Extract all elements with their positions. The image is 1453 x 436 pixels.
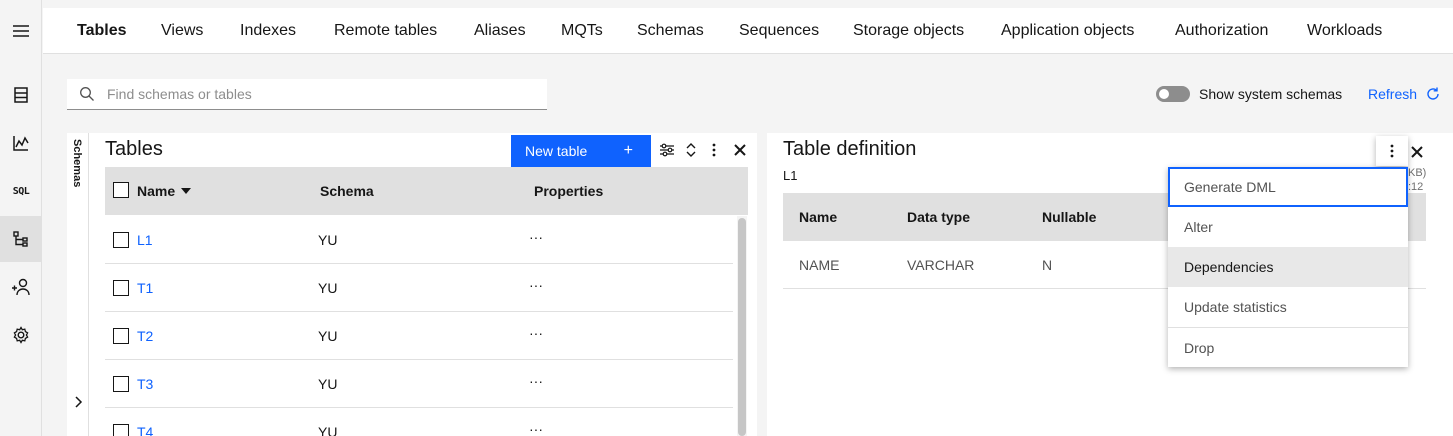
tab-mqts[interactable]: MQTs [561,8,603,54]
table-name-link[interactable]: T3 [137,360,153,408]
def-column-datatype: VARCHAR [907,257,975,273]
overflow-menu-icon [1390,144,1394,158]
properties-ellipsis[interactable]: ··· [529,261,543,309]
row-checkbox[interactable] [113,232,129,248]
search-icon [80,87,94,101]
sort-down-icon [181,188,192,194]
chevron-right-icon [75,396,83,408]
menu-item-dependencies[interactable]: Dependencies [1168,247,1408,287]
add-icon: + [623,142,633,159]
tables-scrollbar[interactable] [737,216,747,436]
table-row: T1 YU ··· [105,264,733,312]
select-all-checkbox[interactable] [113,182,129,198]
properties-ellipsis[interactable]: ··· [529,213,543,261]
def-column-nullable: N [1042,257,1053,273]
def-column-header-datatype: Data type [907,209,971,225]
column-header-schema: Schema [320,183,374,199]
row-checkbox[interactable] [113,328,129,344]
tab-authorization[interactable]: Authorization [1175,8,1268,54]
tab-workloads[interactable]: Workloads [1307,8,1382,54]
new-table-label: New table [525,143,588,159]
tab-application-objects[interactable]: Application objects [1001,8,1134,54]
table-row: T4 YU ··· [105,408,733,436]
menu-item-generate-dml[interactable]: Generate DML [1168,167,1408,207]
close-icon [1411,146,1423,158]
table-schema: YU [318,232,338,248]
tables-header-row: Name Schema Properties [105,167,748,215]
table-row: L1 YU ··· [105,216,733,264]
row-checkbox[interactable] [113,376,129,392]
show-system-schemas-toggle[interactable] [1156,86,1190,102]
properties-ellipsis[interactable]: ··· [529,408,543,436]
refresh-label: Refresh [1368,86,1418,102]
table-schema: YU [318,328,338,344]
def-column-header-nullable: Nullable [1042,209,1097,225]
def-column-name: NAME [799,257,840,273]
table-row: T3 YU ··· [105,360,733,408]
table-size-fragment: KB) [1408,167,1427,179]
show-system-schemas-label: Show system schemas [1199,86,1343,102]
left-rail: SQL [0,0,42,436]
definition-overflow-menu: Generate DML Alter Dependencies Update s… [1168,167,1408,367]
table-name-link[interactable]: T4 [137,408,153,436]
table-name-link[interactable]: T1 [137,264,153,312]
properties-ellipsis[interactable]: ··· [529,357,543,405]
close-definition-button[interactable] [1411,145,1423,163]
tab-schemas[interactable]: Schemas [637,8,704,54]
tab-views[interactable]: Views [161,8,203,54]
scrollbar-thumb[interactable] [738,218,746,436]
search-input[interactable] [107,86,527,102]
column-header-name[interactable]: Name [137,167,192,215]
tables-panel-title: Tables [105,138,163,160]
monitor-chart-icon[interactable] [0,120,42,166]
search-box [67,79,547,110]
table-schema: YU [318,376,338,392]
tab-storage-objects[interactable]: Storage objects [853,8,964,54]
new-table-button[interactable]: New table + [511,135,651,167]
table-name-link[interactable]: T2 [137,312,153,360]
gear-icon[interactable] [0,312,42,358]
row-checkbox[interactable] [113,280,129,296]
tab-tables[interactable]: Tables [77,8,127,54]
refresh-button[interactable]: Refresh [1368,86,1441,102]
sql-icon[interactable]: SQL [0,168,42,214]
tab-remote-tables[interactable]: Remote tables [334,8,437,54]
menu-item-update-statistics[interactable]: Update statistics [1168,287,1408,327]
table-row: T2 YU ··· [105,312,733,360]
expand-collapse-icon[interactable] [682,141,700,159]
tab-sequences[interactable]: Sequences [739,8,819,54]
tab-aliases[interactable]: Aliases [474,8,526,54]
refresh-icon [1427,87,1439,100]
schemas-side-panel: Schemas [67,133,89,436]
settings-adjust-icon[interactable] [658,141,676,159]
menu-item-drop[interactable]: Drop [1168,327,1408,367]
database-icon[interactable] [0,72,42,118]
definition-table-name: L1 [783,168,798,183]
explore-objects-icon[interactable] [0,216,42,262]
tab-indexes[interactable]: Indexes [240,8,296,54]
schemas-strip-label: Schemas [71,139,83,188]
row-checkbox[interactable] [113,424,129,436]
table-schema: YU [318,424,338,436]
properties-ellipsis[interactable]: ··· [529,309,543,357]
menu-icon[interactable] [0,8,42,54]
object-type-tabs: Tables Views Indexes Remote tables Alias… [43,8,1453,54]
expand-schemas-button[interactable] [71,395,85,414]
toggle-knob [1159,89,1169,99]
column-header-properties: Properties [534,183,604,199]
menu-item-alter[interactable]: Alter [1168,207,1408,247]
def-column-header-name: Name [799,209,838,225]
table-name-link[interactable]: L1 [137,216,153,264]
add-user-icon[interactable] [0,264,42,310]
definition-overflow-button[interactable] [1376,136,1408,166]
close-icon[interactable] [731,141,749,159]
table-schema: YU [318,280,338,296]
timestamp-fragment: :12 [1408,181,1424,193]
definition-panel-title: Table definition [783,138,917,160]
overflow-menu-icon[interactable] [705,141,723,159]
